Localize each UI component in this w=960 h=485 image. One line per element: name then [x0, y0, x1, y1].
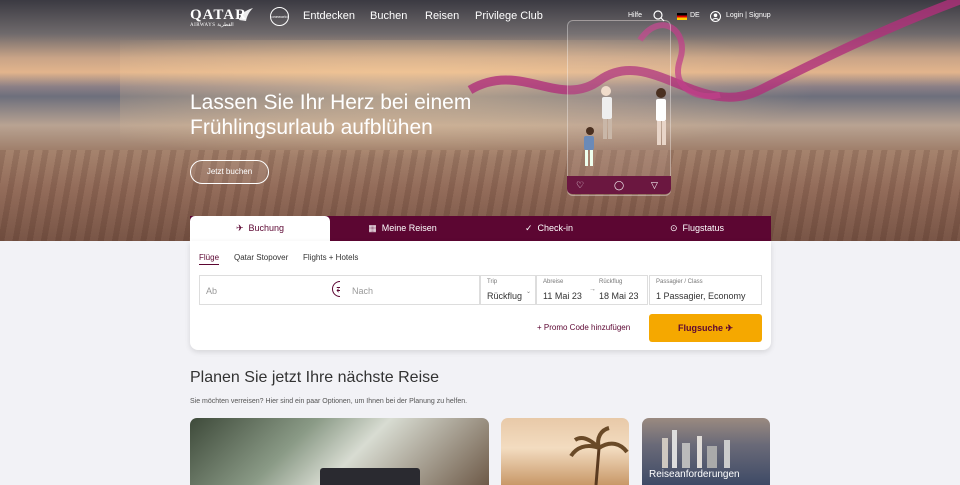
- check-circle-icon: ✓: [524, 223, 533, 234]
- calendar-icon: ▦: [368, 223, 377, 234]
- phone-action-bar: ♡ ◯ ▽: [567, 176, 671, 194]
- card-travel-requirements-label: Reiseanforderungen: [649, 469, 740, 480]
- trip-value: Rückflug: [487, 291, 523, 301]
- booking-tabs: ✈ Buchung ▦ Meine Reisen ✓ Check-in ⊙ Flugst…: [190, 216, 771, 241]
- subtab-qatar-stopover[interactable]: Qatar Stopover: [234, 253, 288, 262]
- subtab-fluege[interactable]: Flüge: [199, 253, 220, 265]
- search-icon[interactable]: [653, 10, 665, 22]
- date-range-field[interactable]: Abreise 11 Mai 23 → Rückflug 18 Mai 23: [536, 275, 648, 305]
- laptop-image: [320, 468, 420, 485]
- tab-check-in-label: Check-in: [537, 223, 574, 233]
- from-field[interactable]: Ab: [199, 275, 341, 305]
- to-placeholder: Nach: [352, 286, 374, 296]
- tab-meine-reisen-label: Meine Reisen: [381, 223, 437, 233]
- nav-buchen[interactable]: Buchen: [370, 10, 407, 22]
- card-travel-requirements[interactable]: Reiseanforderungen: [642, 418, 770, 485]
- flight-search-button[interactable]: Flugsuche ✈: [649, 314, 762, 342]
- from-placeholder: Ab: [206, 286, 218, 296]
- nav-entdecken[interactable]: Entdecken: [303, 10, 355, 22]
- family-illustration: [584, 86, 666, 166]
- chevron-down-icon: ⌄: [525, 289, 531, 295]
- subtab-flights-hotels[interactable]: Flights + Hotels: [303, 253, 358, 262]
- tab-meine-reisen[interactable]: ▦ Meine Reisen: [330, 216, 475, 241]
- tab-flugstatus-label: Flugstatus: [682, 223, 725, 233]
- booking-panel: Flüge Qatar Stopover Flights + Hotels Ab…: [190, 241, 771, 350]
- oryx-logo-icon: [239, 8, 253, 21]
- plane-icon: ✈: [235, 223, 244, 234]
- tab-buchung-label: Buchung: [248, 223, 285, 233]
- share-icon[interactable]: ▽: [651, 180, 658, 191]
- tab-buchung[interactable]: ✈ Buchung: [190, 216, 330, 241]
- trip-type-select[interactable]: Trip Rückflug ⌄: [480, 275, 536, 305]
- language-selector[interactable]: DE: [690, 12, 700, 19]
- flight-search-label: Flugsuche: [677, 323, 723, 333]
- comment-icon[interactable]: ◯: [614, 180, 624, 191]
- plan-section-subtitle: Sie möchten verreisen? Hier sind ein paa…: [190, 398, 468, 405]
- card-destination[interactable]: [501, 418, 629, 485]
- heart-icon[interactable]: ♡: [576, 180, 584, 191]
- plan-section-title: Planen Sie jetzt Ihre nächste Reise: [190, 369, 440, 386]
- trip-label: Trip: [487, 279, 498, 285]
- nav-privilege-club[interactable]: Privilege Club: [475, 10, 543, 22]
- location-pin-icon: ⊙: [669, 223, 678, 234]
- passenger-class-field[interactable]: Passagier / Class 1 Passagier, Economy: [649, 275, 762, 305]
- promo-code-link[interactable]: + Promo Code hinzufügen: [537, 323, 630, 332]
- pax-value: 1 Passagier, Economy: [656, 291, 746, 301]
- german-flag-icon: [677, 13, 687, 20]
- user-icon[interactable]: [710, 11, 721, 22]
- top-navigation: QATAR AIRWAYS القطرية oneworld Entdecken…: [0, 0, 960, 34]
- pax-label: Passagier / Class: [656, 279, 703, 285]
- tab-check-in[interactable]: ✓ Check-in: [475, 216, 623, 241]
- oneworld-badge: oneworld: [270, 7, 289, 26]
- book-now-button[interactable]: Jetzt buchen: [190, 160, 269, 184]
- return-label: Rückflug: [599, 279, 623, 285]
- hero-phone-frame: [567, 20, 671, 196]
- card-travel-planning[interactable]: [190, 418, 489, 485]
- hero-headline: Lassen Sie Ihr Herz bei einem Frühlingsu…: [190, 91, 472, 139]
- depart-value: 11 Mai 23: [543, 291, 582, 301]
- nav-reisen[interactable]: Reisen: [425, 10, 459, 22]
- arrow-right-icon: →: [589, 286, 596, 293]
- return-value: 18 Mai 23: [599, 291, 639, 301]
- tab-flugstatus[interactable]: ⊙ Flugstatus: [623, 216, 771, 241]
- plane-icon: ✈: [725, 323, 734, 333]
- help-link[interactable]: Hilfe: [628, 12, 642, 19]
- login-signup-link[interactable]: Login | Signup: [726, 12, 771, 19]
- to-field[interactable]: Nach: [340, 275, 480, 305]
- depart-label: Abreise: [543, 279, 564, 285]
- palm-tree-image: [569, 426, 629, 485]
